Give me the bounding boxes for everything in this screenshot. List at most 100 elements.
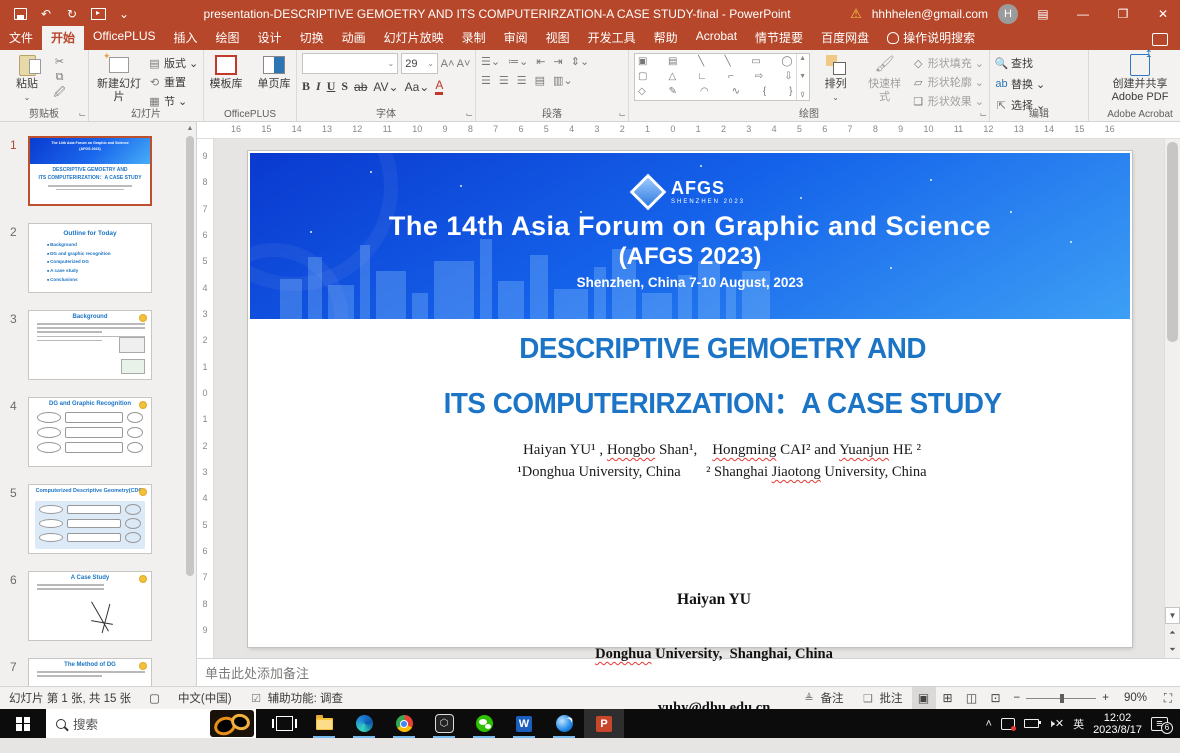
- clipboard-dialog-launcher[interactable]: ⌙: [78, 109, 86, 120]
- thumbnail-scrollbar[interactable]: ▲: [184, 122, 196, 686]
- ribbon-tab-帮助[interactable]: 帮助: [645, 26, 687, 50]
- strikethrough-icon[interactable]: ab: [354, 80, 367, 94]
- ribbon-tab-情节提要[interactable]: 情节提要: [746, 26, 812, 50]
- shape-icon[interactable]: ✎: [669, 87, 677, 97]
- shapes-gallery[interactable]: ▣▤╲╲▭◯▢△∟⌐⇨⇩◇✎◠∿{} ▲▼⊽: [634, 53, 810, 101]
- close-button[interactable]: ✕: [1148, 0, 1178, 28]
- font-name-combo[interactable]: ⌄: [302, 53, 398, 74]
- cut-icon[interactable]: ✂: [53, 55, 66, 68]
- shape-icon[interactable]: ▤: [668, 57, 677, 67]
- justify-icon[interactable]: ▤: [535, 74, 545, 87]
- file-explorer-icon[interactable]: [304, 709, 344, 738]
- increase-indent-icon[interactable]: ⇥: [554, 55, 563, 68]
- volume-muted-icon[interactable]: 🕨✕: [1048, 717, 1064, 731]
- ribbon-tab-审阅[interactable]: 审阅: [495, 26, 537, 50]
- change-case-icon[interactable]: Aa⌄: [405, 80, 430, 94]
- notification-center-icon[interactable]: ≡6: [1151, 717, 1168, 731]
- shape-icon[interactable]: ▢: [638, 72, 647, 82]
- replace-button[interactable]: ab替换 ⌄: [995, 76, 1045, 92]
- shape-icon[interactable]: ⌐: [728, 72, 734, 82]
- ribbon-tab-百度网盘[interactable]: 百度网盘: [812, 26, 878, 50]
- ribbon-tab-文件[interactable]: 文件: [0, 26, 42, 50]
- ribbon-tab-开发工具[interactable]: 开发工具: [579, 26, 645, 50]
- shape-fill-button[interactable]: ◇形状填充 ⌄: [912, 55, 984, 71]
- ribbon-tab-Acrobat[interactable]: Acrobat: [687, 26, 746, 50]
- search-highlight-image[interactable]: [210, 710, 254, 737]
- warning-icon[interactable]: ⚠: [850, 6, 862, 22]
- scroll-up-icon[interactable]: ▲: [187, 122, 194, 134]
- restore-button[interactable]: ❐: [1108, 0, 1138, 28]
- ribbon-tab-设计[interactable]: 设计: [249, 26, 291, 50]
- template-library-button[interactable]: 模板库: [204, 53, 248, 107]
- powerpoint-taskbar-icon[interactable]: P: [584, 709, 624, 738]
- bold-icon[interactable]: B: [302, 79, 310, 94]
- page-library-button[interactable]: 单页库: [252, 53, 296, 107]
- comments-bubble-icon[interactable]: [1152, 33, 1168, 46]
- redo-icon[interactable]: ↻: [64, 7, 80, 21]
- bullets-icon[interactable]: ☰⌄: [481, 55, 500, 68]
- layout-button[interactable]: ▤版式 ⌄: [148, 55, 198, 71]
- italic-icon[interactable]: I: [316, 79, 321, 94]
- shapes-gallery-scrollbar[interactable]: ▲▼⊽: [796, 54, 809, 100]
- ribbon-tab-录制[interactable]: 录制: [453, 26, 495, 50]
- font-color-icon[interactable]: A: [435, 78, 443, 95]
- affiliations-line[interactable]: ¹Donghua University, China ² Shanghai Ji…: [248, 464, 1132, 481]
- shape-icon[interactable]: ╲: [725, 57, 731, 67]
- arrange-button[interactable]: 排列⌄: [814, 53, 858, 107]
- ribbon-tab-动画[interactable]: 动画: [333, 26, 375, 50]
- line-spacing-icon[interactable]: ⇕⌄: [571, 55, 589, 68]
- input-language-indicator[interactable]: 英: [1073, 716, 1084, 732]
- avatar[interactable]: H: [998, 4, 1018, 24]
- dev-tools-icon[interactable]: ⬡: [424, 709, 464, 738]
- shape-icon[interactable]: ◇: [638, 87, 646, 97]
- paste-button[interactable]: 粘贴⌄: [5, 53, 49, 107]
- drawing-dialog-launcher[interactable]: ⌙: [979, 109, 987, 120]
- thumbnail-slide-4[interactable]: 4 DG and Graphic Recognition: [2, 397, 196, 467]
- minimize-button[interactable]: —: [1068, 0, 1098, 28]
- language-indicator[interactable]: 中文(中国): [169, 690, 241, 706]
- start-button[interactable]: [0, 709, 46, 738]
- reset-button[interactable]: ⟲重置: [148, 74, 198, 90]
- thumbnail-slide-2[interactable]: 2 Outline for Today Background DG and gr…: [2, 223, 196, 293]
- theme-icon[interactable]: ▢: [140, 691, 169, 705]
- shape-icon[interactable]: }: [789, 87, 792, 97]
- font-dialog-launcher[interactable]: ⌙: [465, 109, 473, 120]
- next-slide-icon[interactable]: ⏷: [1165, 641, 1180, 658]
- shape-icon[interactable]: ◯: [781, 57, 792, 67]
- ribbon-display-options-icon[interactable]: ▤: [1028, 0, 1058, 28]
- paragraph-dialog-launcher[interactable]: ⌙: [618, 109, 626, 120]
- screen-record-tray-icon[interactable]: [1001, 718, 1015, 730]
- thumbnail-slide-3[interactable]: 3 Background: [2, 310, 196, 380]
- ribbon-tab-绘图[interactable]: 绘图: [207, 26, 249, 50]
- main-scrollbar[interactable]: ▼ ⏶ ⏷: [1164, 139, 1180, 658]
- shape-icon[interactable]: {: [763, 87, 766, 97]
- save-icon[interactable]: [12, 7, 28, 21]
- thumbnail-slide-5[interactable]: 5 Computerized Descriptive Geometry(CDG): [2, 484, 196, 554]
- ribbon-tab-切换[interactable]: 切换: [291, 26, 333, 50]
- battery-tray-icon[interactable]: [1024, 719, 1039, 728]
- shrink-font-icon[interactable]: A˅: [457, 57, 470, 70]
- align-center-icon[interactable]: ☰: [499, 74, 509, 87]
- quick-styles-button[interactable]: 🖌 快速样式: [862, 53, 908, 107]
- thumbnail-slide-6[interactable]: 6 A Case Study: [2, 571, 196, 641]
- task-view-button[interactable]: [264, 709, 304, 738]
- find-button[interactable]: 🔍查找: [995, 55, 1045, 71]
- create-share-pdf-button[interactable]: 创建并共享Adobe PDF: [1109, 53, 1172, 107]
- shape-icon[interactable]: ⇩: [784, 72, 792, 82]
- customize-qat-icon[interactable]: ⌄: [116, 7, 132, 21]
- conference-banner-image[interactable]: AFGS SHENZHEN 2023 The 14th Asia Forum o…: [250, 153, 1130, 319]
- word-icon[interactable]: W: [504, 709, 544, 738]
- ribbon-tab-幻灯片放映[interactable]: 幻灯片放映: [375, 26, 453, 50]
- slide-counter[interactable]: 幻灯片 第 1 张, 共 15 张: [0, 690, 140, 706]
- shape-icon[interactable]: ⇨: [755, 72, 763, 82]
- shadow-icon[interactable]: S: [341, 79, 348, 94]
- tell-me-search[interactable]: 操作说明搜索: [878, 26, 984, 50]
- format-painter-icon[interactable]: 🖉: [53, 87, 66, 100]
- shape-icon[interactable]: ∟: [697, 72, 707, 82]
- chrome-icon[interactable]: [384, 709, 424, 738]
- underline-icon[interactable]: U: [327, 79, 336, 94]
- thumbnail-slide-7[interactable]: 7 The Method of DG: [2, 658, 196, 686]
- scrollbar-thumb[interactable]: [1167, 142, 1178, 342]
- ribbon-tab-视图[interactable]: 视图: [537, 26, 579, 50]
- undo-icon[interactable]: ↶: [38, 7, 54, 21]
